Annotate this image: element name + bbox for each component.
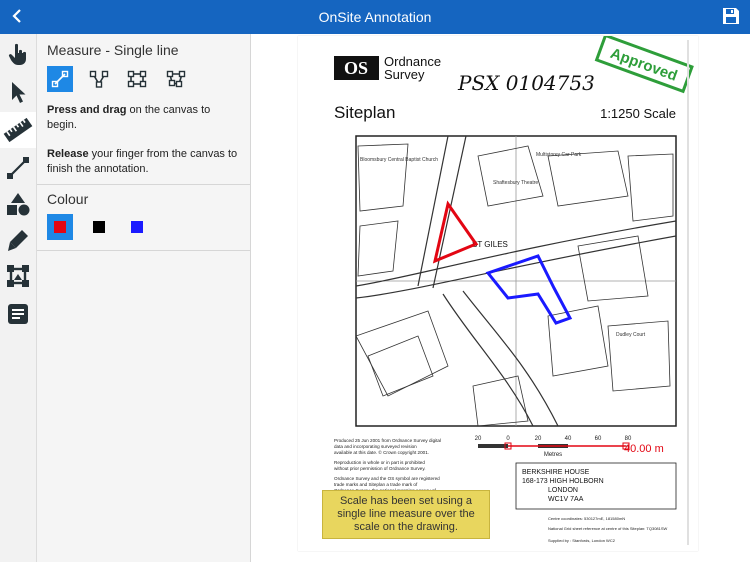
measure-title: Measure - Single line	[47, 42, 179, 58]
map-place-theatre: Shaftesbury Theatre	[493, 180, 538, 186]
options-panel: Measure - Single line Press and drag on …	[37, 34, 251, 562]
area-icon	[166, 70, 186, 88]
site-plan-document: OS Ordnance Survey PSX 0104753 Approved …	[298, 36, 698, 551]
multi-line-icon	[89, 70, 109, 88]
app-title: OnSite Annotation	[318, 9, 432, 25]
help-text-press: Press and drag on the canvas to begin.	[47, 103, 242, 133]
address-line: 168-173 HIGH HOLBORN	[522, 478, 604, 485]
address-box: BERKSHIRE HOUSE 168-173 HIGH HOLBORN LON…	[515, 462, 677, 510]
scale-tick: 20	[475, 436, 482, 442]
annotation-canvas[interactable]: OS Ordnance Survey PSX 0104753 Approved …	[251, 34, 750, 562]
grid-reference: National Grid sheet reference at centre …	[548, 526, 668, 531]
pen-icon	[8, 230, 28, 251]
address-line: WC1V 7AA	[548, 496, 584, 503]
small-print-line: available at this date. © Crown copyrigh…	[334, 449, 429, 455]
small-print-line: Reproduction in whole or in part is proh…	[334, 460, 425, 465]
mode-rectangle-button[interactable]	[124, 66, 150, 92]
centre-coordinates: Centre coordinates: 530127mE, 181580mN	[548, 516, 625, 521]
scale-label: 1:1250 Scale	[600, 106, 676, 121]
brand-line-2: Survey	[384, 67, 425, 82]
ruler-icon	[3, 117, 33, 143]
title-bar: OnSite Annotation	[0, 0, 750, 34]
map-place-dudley: Dudley Court	[616, 332, 646, 338]
address-line: BERKSHIRE HOUSE	[522, 469, 590, 476]
small-print-line: data and incorporating surveyed revision	[334, 444, 417, 449]
tool-measure[interactable]	[0, 112, 36, 148]
scale-tick: 80	[625, 436, 632, 442]
crop-icon	[7, 265, 29, 287]
small-print-line: without prior permission of Ordnance Sur…	[334, 466, 426, 471]
scale-tick: 60	[595, 436, 602, 442]
tool-pen[interactable]	[4, 226, 32, 254]
scale-units: Metres	[544, 452, 562, 458]
mode-multi-line-button[interactable]	[86, 66, 112, 92]
os-logo: OS Ordnance Survey	[334, 54, 441, 82]
tool-line[interactable]	[4, 154, 32, 182]
mode-single-line-button[interactable]	[47, 66, 73, 92]
hand-icon	[8, 43, 26, 65]
map-area: Shaftesbury Theatre Multistorey Car Park…	[355, 135, 677, 427]
save-button[interactable]	[722, 7, 740, 25]
tool-crop[interactable]	[4, 262, 32, 290]
colour-black-swatch	[93, 221, 105, 233]
tool-sidebar	[0, 34, 37, 562]
shapes-icon	[7, 193, 30, 216]
single-line-icon	[51, 70, 69, 88]
panel-divider	[37, 184, 250, 185]
colour-blue-swatch	[131, 221, 143, 233]
small-print: Produced 25 Jun 2001 from Ordnance Surve…	[334, 438, 441, 493]
help-bold-press: Press and drag	[47, 104, 127, 116]
help-text-release: Release your finger from the canvas to f…	[47, 147, 242, 177]
small-print-line: trade marks and Siteplan a trade mark of	[334, 482, 418, 487]
pointer-icon	[12, 82, 26, 103]
colour-blue-button[interactable]	[124, 214, 150, 240]
note-icon	[8, 304, 28, 324]
siteplan-label: Siteplan	[334, 103, 395, 122]
colour-title: Colour	[47, 191, 89, 207]
colour-black-button[interactable]	[86, 214, 112, 240]
scale-bar: 20 0 20 40 60 80 Metres 40.00 m	[475, 436, 664, 458]
scale-tick: 0	[506, 436, 510, 442]
scale-tick: 40	[565, 436, 572, 442]
address-line: LONDON	[548, 487, 578, 494]
map-place-carpark: Multistorey Car Park	[536, 152, 582, 158]
colour-red-swatch	[54, 221, 66, 233]
small-print-line: Ordnance Survey and the OS symbol are re…	[334, 476, 440, 481]
approved-stamp: Approved	[594, 36, 694, 94]
small-print-line: Produced 25 Jun 2001 from Ordnance Surve…	[334, 438, 441, 443]
help-bold-release: Release	[47, 148, 89, 160]
tool-select[interactable]	[4, 78, 32, 106]
scale-set-tooltip: Scale has been set using a single line m…	[322, 490, 490, 539]
save-icon	[723, 8, 739, 24]
supplied-by: Supplied by : Stanfords, London WC2	[548, 538, 616, 543]
document-scrollbar[interactable]	[687, 40, 689, 545]
tool-shapes[interactable]	[4, 190, 32, 218]
mode-area-button[interactable]	[163, 66, 189, 92]
panel-divider-bottom	[37, 250, 250, 251]
handwritten-reference: PSX 0104753	[457, 71, 595, 95]
scale-tick: 20	[535, 436, 542, 442]
colour-red-button[interactable]	[47, 214, 73, 240]
rectangle-icon	[127, 70, 147, 88]
measure-value-label: 40.00 m	[624, 443, 664, 455]
tool-hand[interactable]	[4, 40, 32, 68]
line-icon	[7, 157, 29, 179]
map-place-church: Bloomsbury Central Baptist Church	[360, 157, 438, 163]
tool-note[interactable]	[4, 300, 32, 328]
os-logo-text: OS	[344, 58, 368, 78]
